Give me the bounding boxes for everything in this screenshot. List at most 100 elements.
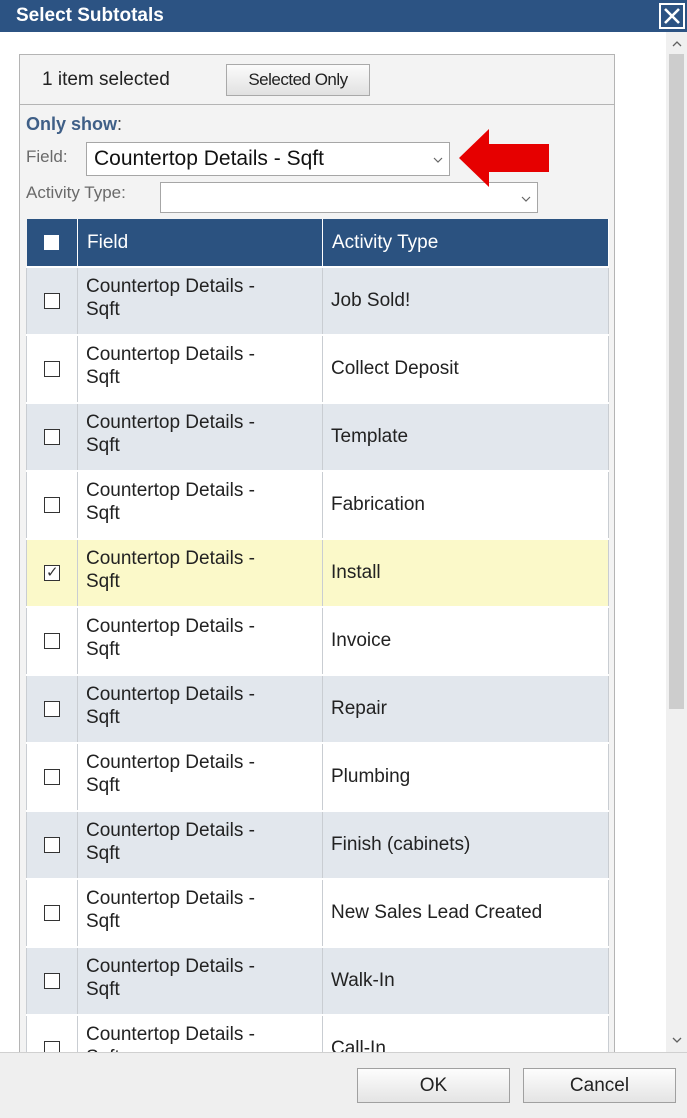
field-label: Field: [26,147,68,166]
field-cell-line1: Countertop Details - [86,276,255,297]
dialog-content: 1 item selected Selected Only Only show:… [0,32,666,1052]
field-cell-line2: Sqft [86,571,120,592]
field-cell-line1: Countertop Details - [86,1024,255,1045]
row-checkbox[interactable] [44,360,60,377]
activity-type-cell: New Sales Lead Created [322,878,609,948]
field-select-value: Countertop Details - Sqft [94,147,324,170]
activity-type-cell: Collect Deposit [322,334,609,404]
selection-bar: 1 item selected Selected Only [20,55,614,105]
row-checkbox-cell [26,810,78,880]
activity-type-cell: Invoice [322,606,609,676]
row-checkbox[interactable] [44,563,60,581]
cancel-button[interactable]: Cancel [523,1068,676,1103]
row-checkbox[interactable] [44,768,60,785]
field-cell: Countertop Details -Sqft [77,878,323,948]
field-cell-line1: Countertop Details - [86,820,255,841]
field-cell-line2: Sqft [86,367,120,388]
activity-type-cell: Finish (cabinets) [322,810,609,880]
row-checkbox-cell [26,402,78,472]
dialog-title: Select Subtotals [16,5,164,26]
subtotals-table: Field Activity Type Countertop Details -… [26,219,609,1052]
field-cell: Countertop Details -Sqft [77,606,323,676]
only-show-heading: Only show: [26,114,123,134]
field-cell-line2: Sqft [86,639,120,660]
field-cell-line1: Countertop Details - [86,480,255,501]
activity-type-label: Activity Type: [26,183,126,202]
row-checkbox-cell [26,266,78,336]
table-row[interactable]: Countertop Details -SqftCall-In [26,1014,609,1052]
table-row[interactable]: Countertop Details - Sqft Job Sold! [26,266,609,336]
row-checkbox[interactable] [44,496,60,513]
table-row[interactable]: Countertop Details - Sqft New Sales Lead C… [26,878,609,948]
table-row[interactable]: Countertop Details -SqftInstall [26,538,609,608]
table-row[interactable]: Countertop Details - Sqft Template [26,402,609,472]
column-header-activity-type[interactable]: Activity Type [322,219,609,267]
row-checkbox[interactable] [44,836,60,853]
row-checkbox[interactable] [44,700,60,717]
field-cell: Countertop Details -Sqft [77,538,323,608]
row-checkbox[interactable] [44,632,60,649]
red-arrow-icon [459,129,549,187]
table-header-row: Field Activity Type [26,219,609,267]
table-row[interactable]: Countertop Details - Sqft Collect Deposit [26,334,609,404]
row-checkbox-cell [26,878,78,948]
scrollbar-thumb[interactable] [669,54,684,709]
field-cell-line2: Sqft [86,843,120,864]
table-row[interactable]: Countertop Details - Sqft Invoice [26,606,609,676]
select-all-header [26,219,78,267]
field-cell-line2: Sqft [86,435,120,456]
activity-type-cell: Fabrication [322,470,609,540]
field-cell-line1: Countertop Details - [86,344,255,365]
dialog-title-bar: Select Subtotals [0,0,687,32]
chevron-down-icon [427,152,449,166]
table-row[interactable]: Countertop Details - Sqft Plumbing [26,742,609,812]
field-cell-line1: Countertop Details - [86,412,255,433]
field-select[interactable]: Countertop Details - Sqft [86,142,450,176]
selected-only-button[interactable]: Selected Only [226,63,370,96]
close-icon [664,8,680,24]
row-checkbox-cell [26,674,78,744]
dialog-footer: OK Cancel [0,1052,687,1118]
selected-count: 1 item selected [42,68,170,90]
row-checkbox-cell [26,334,78,404]
field-cell-line1: Countertop Details - [86,548,255,569]
field-cell: Countertop Details -Sqft [77,1014,323,1052]
row-checkbox[interactable] [44,428,60,445]
row-checkbox-cell [26,742,78,812]
field-cell: Countertop Details -Sqft [77,402,323,472]
field-cell: Countertop Details -Sqft [77,334,323,404]
row-checkbox[interactable] [44,1041,60,1052]
field-cell: Countertop Details -Sqft [77,946,323,1016]
activity-type-cell: Job Sold! [322,266,609,336]
row-checkbox-cell [26,606,78,676]
activity-type-cell: Template [322,402,609,472]
row-checkbox-cell [26,470,78,540]
select-all-checkbox[interactable] [44,234,60,250]
row-checkbox[interactable] [44,972,60,989]
row-checkbox-cell [26,538,78,608]
field-cell-line1: Countertop Details - [86,752,255,773]
table-row[interactable]: Countertop Details - Sqft Fabrication [26,470,609,540]
activity-type-cell: Repair [322,674,609,744]
column-header-field[interactable]: Field [77,219,323,267]
close-button[interactable] [659,3,685,29]
field-cell-line2: Sqft [86,979,120,1000]
vertical-scrollbar[interactable] [666,32,687,1052]
activity-type-cell: Plumbing [322,742,609,812]
activity-type-cell: Call-In [322,1014,609,1052]
field-cell-line1: Countertop Details - [86,956,255,977]
row-checkbox[interactable] [44,292,60,309]
field-cell-line2: Sqft [86,299,120,320]
field-cell-line2: Sqft [86,707,120,728]
scroll-down-icon[interactable] [666,1030,687,1050]
field-cell-line2: Sqft [86,503,120,524]
ok-button[interactable]: OK [357,1068,510,1103]
table-row[interactable]: Countertop Details - Sqft Repair [26,674,609,744]
field-cell-line2: Sqft [86,775,120,796]
scroll-up-icon[interactable] [666,34,687,54]
field-cell: Countertop Details -Sqft [77,674,323,744]
table-row[interactable]: Countertop Details - Sqft Finish (cabinets… [26,810,609,880]
chevron-down-icon [515,191,537,205]
row-checkbox[interactable] [44,904,60,921]
table-row[interactable]: Countertop Details - Sqft Walk-In [26,946,609,1016]
